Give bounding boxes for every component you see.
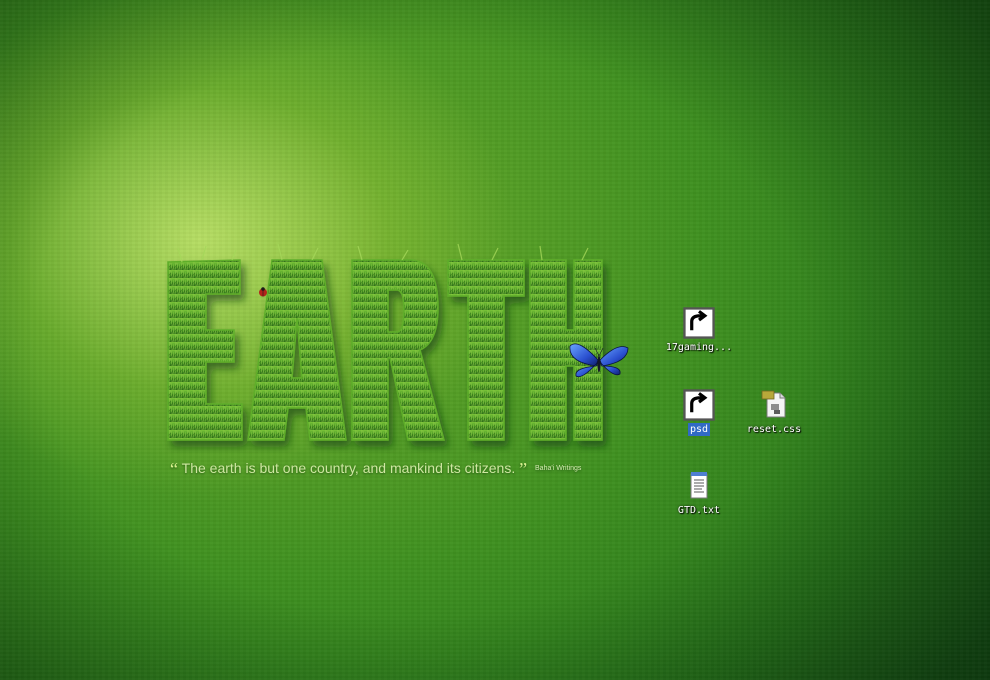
desktop-icon-label: reset.css: [746, 424, 802, 435]
ladybug-icon: [259, 287, 267, 297]
quote-text: The earth is but one country, and mankin…: [181, 460, 516, 476]
quote-attribution: Baha'i Writings: [535, 465, 582, 472]
desktop-icon-gtd-txt[interactable]: GTD.txt: [659, 470, 739, 517]
grass-letters-graphic: [167, 243, 603, 441]
wallpaper-quote: “ The earth is but one country, and mank…: [170, 459, 581, 480]
quote-close-mark: ”: [519, 459, 528, 479]
wallpaper-earth-word: [162, 238, 612, 453]
css-file-icon: [758, 389, 790, 421]
desktop-icon-reset-css[interactable]: reset.css: [734, 389, 814, 436]
shortcut-arrow-icon: [683, 307, 715, 339]
folder-shortcut-icon: [683, 307, 715, 339]
desktop-icon-label: psd: [687, 423, 711, 436]
desktop-icon-label: 17gaming...: [665, 342, 733, 353]
desktop-icon-psd[interactable]: psd: [659, 389, 739, 436]
desktop-icon-17gaming[interactable]: 17gaming...: [659, 307, 739, 354]
folder-shortcut-icon: [683, 389, 715, 421]
shortcut-arrow-icon: [683, 389, 715, 421]
text-file-icon: [683, 470, 715, 502]
quote-open-mark: “: [170, 459, 178, 479]
butterfly-icon: [569, 343, 629, 378]
desktop-icon-label: GTD.txt: [677, 505, 721, 516]
